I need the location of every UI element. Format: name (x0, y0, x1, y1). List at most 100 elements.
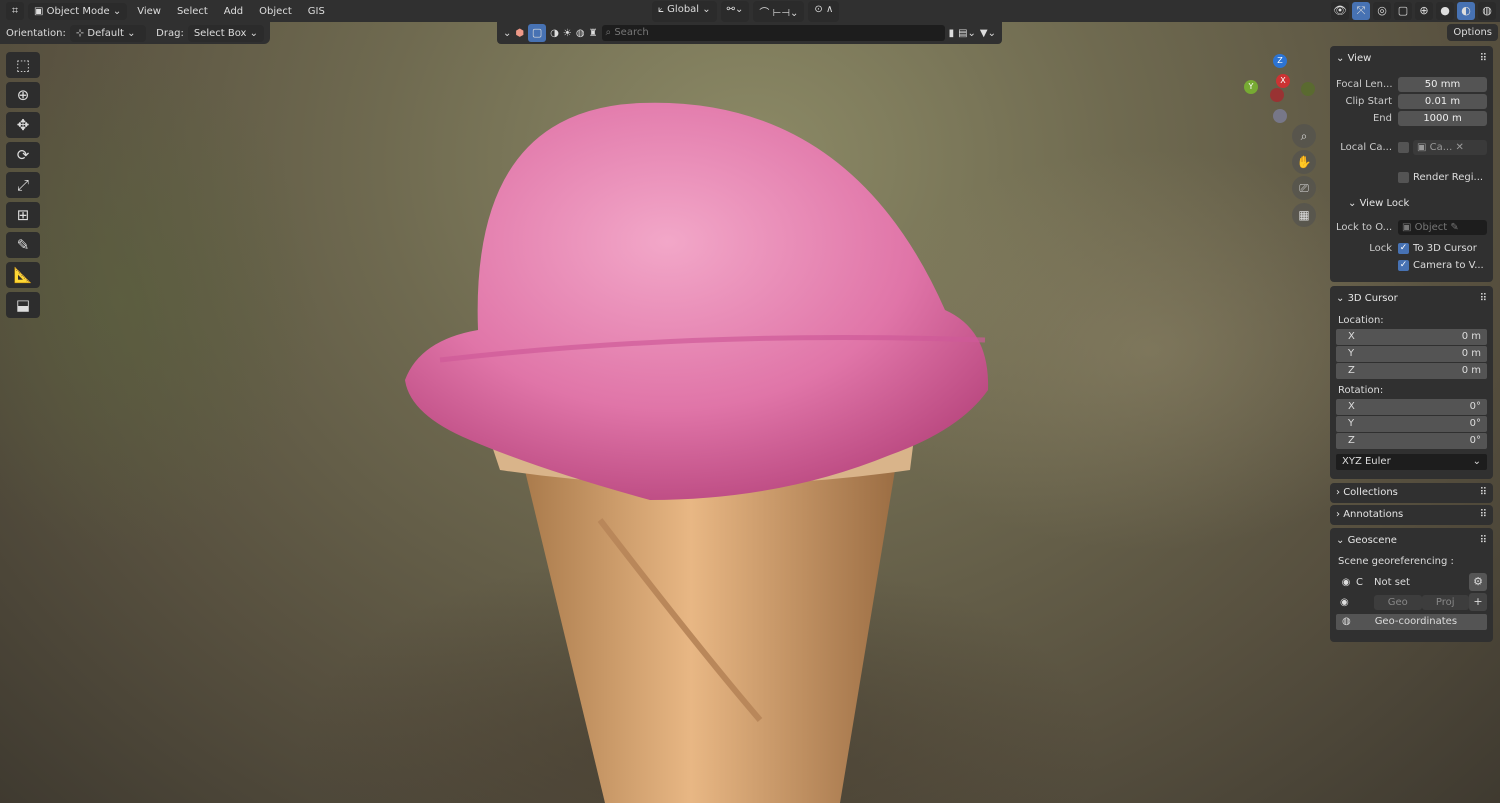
lock-3d-cursor-checkbox[interactable]: ✓ (1398, 243, 1409, 254)
tool-settings-bar: Orientation: ⊹ Default ⌄ Drag: Select Bo… (0, 22, 270, 44)
drag-dropdown[interactable]: Select Box ⌄ (187, 24, 264, 42)
clip-start-label: Clip Start (1345, 96, 1393, 107)
visibility-icon[interactable]: 👁 (1331, 2, 1349, 20)
geoscene-header[interactable]: ⌄ Geoscene ⠿ (1336, 532, 1487, 550)
geo-coordinates-button[interactable]: ◍ Geo-coordinates (1336, 614, 1487, 630)
location-label: Location: (1338, 315, 1384, 326)
add-cube-tool-icon[interactable]: ⬓ (6, 292, 40, 318)
orientation-value: Default (87, 27, 124, 39)
search-input[interactable]: ⌕ Search (601, 25, 945, 41)
menu-gis[interactable]: GIS (302, 3, 331, 20)
camera-icon[interactable]: ⎚ (1292, 176, 1316, 200)
annotate-tool-icon[interactable]: ✎ (6, 232, 40, 258)
rotation-label: Rotation: (1338, 385, 1384, 396)
options-button[interactable]: Options (1447, 24, 1498, 41)
orientation-dropdown[interactable]: ⊹ Default ⌄ (69, 24, 147, 42)
gizmo-toggle-icon[interactable]: ⤧ (1352, 2, 1370, 20)
gizmo-neg-y[interactable] (1301, 82, 1315, 96)
filter-icon[interactable]: ▼⌄ (980, 28, 996, 39)
proportional-edit-toggle[interactable]: ⊙ ∧ (808, 0, 840, 22)
render-region-label: Render Regi... (1413, 172, 1484, 183)
crs-settings-gear-icon[interactable]: ⚙ (1469, 573, 1487, 591)
rotate-tool-icon[interactable]: ⟳ (6, 142, 40, 168)
mode-dropdown[interactable]: ▣ Object Mode ⌄ (28, 2, 128, 20)
select-box-tool-icon[interactable]: ⬚ (6, 52, 40, 78)
globe-icon: ◍ (1342, 616, 1351, 627)
gizmo-z-axis[interactable]: Z (1273, 54, 1287, 68)
3d-cursor-panel: ⌄ 3D Cursor ⠿ Location: X0 m Y0 m Z0 m Ro… (1330, 286, 1493, 479)
move-tool-icon[interactable]: ✥ (6, 112, 40, 138)
clip-end-field[interactable]: 1000 m (1398, 111, 1487, 126)
lock-object-placeholder: Object (1414, 222, 1448, 233)
local-camera-value: Ca... (1429, 142, 1453, 153)
view-title: View (1347, 53, 1372, 64)
scale-tool-icon[interactable]: ⤢ (6, 172, 40, 198)
gizmo-neg-x[interactable] (1270, 88, 1284, 102)
brush-filter-icon[interactable]: ♜ (589, 28, 598, 39)
light-filter-icon[interactable]: ☀ (563, 28, 572, 39)
crs-value: Not set (1374, 576, 1410, 588)
gizmo-x-axis[interactable]: X (1276, 74, 1290, 88)
cursor-tool-icon[interactable]: ⊕ (6, 82, 40, 108)
rotation-z-field[interactable]: Z 0° (1336, 433, 1487, 449)
local-camera-checkbox[interactable] (1398, 142, 1409, 153)
gizmo-y-axis[interactable]: Y (1244, 80, 1258, 94)
xray-icon[interactable]: ▢ (1394, 2, 1412, 20)
location-x-field[interactable]: X0 m (1336, 329, 1487, 345)
collections-panel[interactable]: › Collections ⠿ (1330, 483, 1493, 503)
clip-end-label: End (1372, 113, 1392, 124)
collections-title: Collections (1343, 487, 1398, 498)
material-filter-icon[interactable]: ◑ (550, 28, 559, 39)
3d-cursor-header[interactable]: ⌄ 3D Cursor ⠿ (1336, 290, 1487, 308)
lock-to-object-field[interactable]: ▣ Object ✎ (1398, 220, 1487, 235)
annotations-panel[interactable]: › Annotations ⠿ (1330, 505, 1493, 525)
view-lock-header[interactable]: ⌄ View Lock (1336, 195, 1487, 213)
layout-icon[interactable]: ▤⌄ (958, 28, 976, 39)
local-camera-field[interactable]: ▣ Ca... ✕ (1413, 140, 1487, 155)
bookmark-icon[interactable]: ▮ (949, 28, 955, 39)
transform-orientation-dropdown[interactable]: ⟀ Global ⌄ (652, 0, 717, 22)
transform-tool-icon[interactable]: ⊞ (6, 202, 40, 228)
proj-button[interactable]: Proj (1421, 594, 1469, 610)
measure-tool-icon[interactable]: 📐 (6, 262, 40, 288)
world-filter-icon[interactable]: ◍ (576, 28, 585, 39)
view-panel: ⌄ View ⠿ Focal Len... 50 mm Clip Start 0.01… (1330, 46, 1493, 282)
annotations-title: Annotations (1343, 509, 1404, 520)
editor-type-icon[interactable]: ⌗ (6, 2, 24, 20)
focal-length-field[interactable]: 50 mm (1398, 77, 1487, 92)
pan-hand-icon[interactable]: ✋ (1292, 150, 1316, 174)
geoscene-panel: ⌄ Geoscene ⠿ Scene georeferencing : ◉ C Not… (1330, 528, 1493, 642)
menu-object[interactable]: Object (253, 3, 298, 20)
rotation-mode-dropdown[interactable]: XYZ Euler ⌄ (1336, 454, 1487, 470)
solid-shading-icon[interactable]: ● (1436, 2, 1454, 20)
crs-prefix: C (1356, 576, 1363, 588)
location-z-field[interactable]: Z0 m (1336, 363, 1487, 379)
mode-label: Object Mode (46, 5, 110, 17)
collapse-icon[interactable]: ⌄ (503, 28, 511, 39)
rotation-y-field[interactable]: Y 0° (1336, 416, 1487, 432)
menu-view[interactable]: View (131, 3, 167, 20)
render-region-checkbox[interactable] (1398, 172, 1409, 183)
pivot-dropdown[interactable]: ⚯⌄ (720, 0, 750, 22)
add-icon[interactable]: + (1469, 593, 1487, 611)
menu-add[interactable]: Add (218, 3, 249, 20)
gizmo-neg-z[interactable] (1273, 109, 1287, 123)
rendered-shading-icon[interactable]: ◍ (1478, 2, 1496, 20)
rotation-x-field[interactable]: X 0° (1336, 399, 1487, 415)
georef-radio[interactable]: ◉ (1336, 597, 1374, 608)
clip-start-field[interactable]: 0.01 m (1398, 94, 1487, 109)
perspective-grid-icon[interactable]: ▦ (1292, 203, 1316, 227)
overlay-icon[interactable]: ◎ (1373, 2, 1391, 20)
location-y-field[interactable]: Y0 m (1336, 346, 1487, 362)
zoom-icon[interactable]: ⌕ (1292, 124, 1316, 148)
lock-3d-cursor-label: To 3D Cursor (1413, 243, 1477, 254)
wireframe-shading-icon[interactable]: ⊕ (1415, 2, 1433, 20)
snap-toggle[interactable]: ⌒ ⊢⊣⌄ (753, 0, 805, 22)
object-filter-icon[interactable]: ▢ (528, 24, 547, 42)
view-panel-header[interactable]: ⌄ View ⠿ (1336, 50, 1487, 68)
camera-to-view-checkbox[interactable]: ✓ (1398, 260, 1409, 271)
crs-radio[interactable]: ◉ (1336, 577, 1356, 588)
geo-button[interactable]: Geo (1374, 594, 1422, 610)
material-shading-icon[interactable]: ◐ (1457, 2, 1475, 20)
menu-select[interactable]: Select (171, 3, 214, 20)
